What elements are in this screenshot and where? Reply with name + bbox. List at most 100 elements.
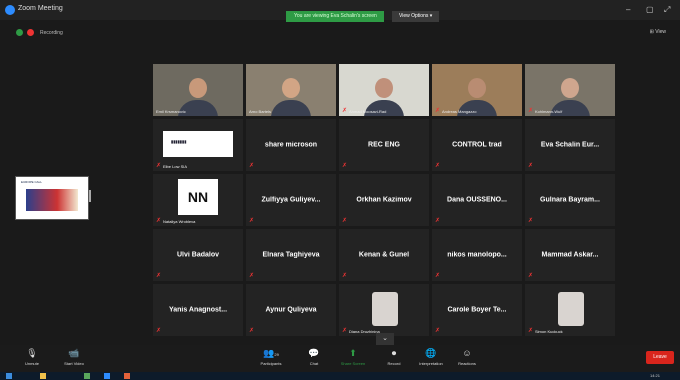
nn-logo: NN [178,179,218,215]
participant-tile[interactable]: CONTROL trad ✗ [432,119,522,171]
participant-name: Orkhan Kazimov [356,196,412,204]
participant-name: CONTROL trad [452,141,502,149]
file-explorer-icon[interactable] [40,373,46,379]
participants-label: Participants [260,361,282,366]
mic-muted-icon: ✗ [342,163,348,169]
recording-label: Recording [40,29,63,36]
mic-muted-icon: ✗ [249,163,255,169]
participant-tile[interactable]: Ulvi Badalov ✗ [153,229,243,281]
participant-tile[interactable]: Zulfiyya Guliyev... ✗ [246,174,336,226]
meeting-toolbar: 🎙 Unmute 📹 Start Video 👥29 Participants … [0,345,680,372]
record-dot-icon [27,29,34,36]
view-button[interactable]: ⊞ View [650,29,666,35]
participant-tile[interactable]: Orkhan Kazimov ✗ [339,174,429,226]
participant-tile[interactable]: Emil Krsmanovic [153,64,243,116]
participant-tile[interactable]: NN ✗ Nataliya Wrobleva [153,174,243,226]
view-options-button[interactable]: View Options ▾ [392,11,440,22]
participant-tile[interactable]: REC ENG ✗ [339,119,429,171]
participant-tile[interactable]: Eva Schalin Eur... ✗ [525,119,615,171]
participant-caption: Kohlmann-Wulf [535,109,563,114]
globe-icon: 🌐 [425,348,437,358]
participant-tile[interactable]: share microson ✗ [246,119,336,171]
participant-caption: Arno Bartels [249,109,272,114]
participant-tile[interactable]: Carole Boyer Te... ✗ [432,284,522,336]
company-logo: ▮▮▮▮▮▮▮ [163,131,233,157]
interpretation-button[interactable]: 🌐 Interpretation [414,348,448,366]
start-video-label: Start Video [64,361,84,366]
participant-name: Gulnara Bayram... [540,196,600,204]
participant-tile[interactable]: Kenan & Gunel ✗ [339,229,429,281]
participant-name: Kenan & Gunel [358,251,410,259]
participant-head [561,78,579,98]
reactions-label: Reactions [458,361,476,366]
participant-tile[interactable]: ✗ Ahmad Moosavi-Rad [339,64,429,116]
mic-muted-icon: ✗ [156,163,162,169]
participant-name: Yanis Anagnost... [168,306,228,314]
zoom-taskbar-icon[interactable] [104,373,110,379]
participant-caption: Elbe Low SIA [163,164,188,169]
recording-indicator: Recording [16,29,63,36]
mic-muted-icon: ✗ [435,273,441,279]
participant-caption: Emil Krsmanovic [156,109,186,114]
participant-tile[interactable]: Yanis Anagnost... ✗ [153,284,243,336]
security-icon [16,29,23,36]
participant-tile[interactable]: Gulnara Bayram... ✗ [525,174,615,226]
shared-screen-title: EUROPE CALL [21,180,43,184]
participant-tile[interactable]: Arno Bartels [246,64,336,116]
maximize-button[interactable]: ▢ [646,5,654,14]
mic-muted-icon: ✗ [156,218,162,224]
mic-muted-icon: ✗ [435,328,441,334]
participant-tile[interactable]: Elnara Taghiyeva ✗ [246,229,336,281]
chevron-down-icon[interactable]: ⌄ [376,333,394,345]
unmute-button[interactable]: 🎙 Unmute [18,348,46,366]
participants-button[interactable]: 👥29 Participants [253,348,289,366]
participant-name: Mammad Askar... [541,251,599,259]
participants-icon: 👥29 [263,348,279,358]
mic-muted-icon: ✗ [435,108,441,114]
participant-shoulders [271,100,311,116]
gallery-grid: Emil Krsmanovic Arno Bartels ✗ Ahmad Moosav… [153,64,617,336]
chat-label: Chat [309,361,319,366]
app-icon[interactable] [124,373,130,379]
mic-muted-icon: ✗ [342,328,348,334]
unmute-label: Unmute [24,361,39,366]
participant-tile[interactable]: Mammad Askar... ✗ [525,229,615,281]
participant-tile[interactable]: ✗ Simon Kuckuck [525,284,615,336]
participant-name: Eva Schalin Eur... [540,141,600,149]
thumbnail-resize-handle[interactable] [89,190,91,202]
participant-head [282,78,300,98]
record-button[interactable]: ⏺ Record [380,348,408,366]
participant-name: nikos manolopo... [447,251,507,259]
mic-muted-icon: ✗ [528,273,534,279]
windows-start-icon[interactable] [6,373,12,379]
participant-tile[interactable]: Dana OUSSENO... ✗ [432,174,522,226]
mic-muted-icon: ✗ [528,218,534,224]
minimize-button[interactable]: – [626,5,630,14]
chat-button[interactable]: 💬 Chat [302,348,326,366]
participant-head [375,78,393,98]
reactions-icon: ☺ [462,348,472,358]
share-screen-button[interactable]: ⬆ Share Screen [336,348,370,366]
participant-tile[interactable]: ✗ Andreas Mangazzo [432,64,522,116]
shared-screen-thumbnail[interactable]: EUROPE CALL [15,176,89,220]
shared-screen-image [26,189,78,211]
fullscreen-button[interactable]: ⤢ [664,5,670,15]
participant-tile[interactable]: ✗ Diana Druzhinina [339,284,429,336]
participant-tile[interactable]: ✗ Kohlmann-Wulf [525,64,615,116]
participant-name: Carole Boyer Te... [447,306,507,314]
participant-tile[interactable]: Aynur Quliyeva ✗ [246,284,336,336]
participant-tile[interactable]: ▮▮▮▮▮▮▮ ✗ Elbe Low SIA [153,119,243,171]
reactions-button[interactable]: ☺ Reactions [452,348,482,366]
share-screen-icon: ⬆ [349,348,357,358]
participant-caption: Ahmad Moosavi-Rad [349,109,387,114]
leave-button[interactable]: Leave [646,351,674,364]
mic-muted-icon: ✗ [249,273,255,279]
start-video-button[interactable]: 📹 Start Video [58,348,90,366]
mic-muted-icon: ✗ [249,328,255,334]
share-message: You are viewing Eva Schalin's screen [286,11,384,22]
window-title: Zoom Meeting [18,5,63,12]
profile-picture [558,292,584,326]
participant-tile[interactable]: nikos manolopo... ✗ [432,229,522,281]
mic-muted-icon: ✗ [156,273,162,279]
browser-icon[interactable] [84,373,90,379]
